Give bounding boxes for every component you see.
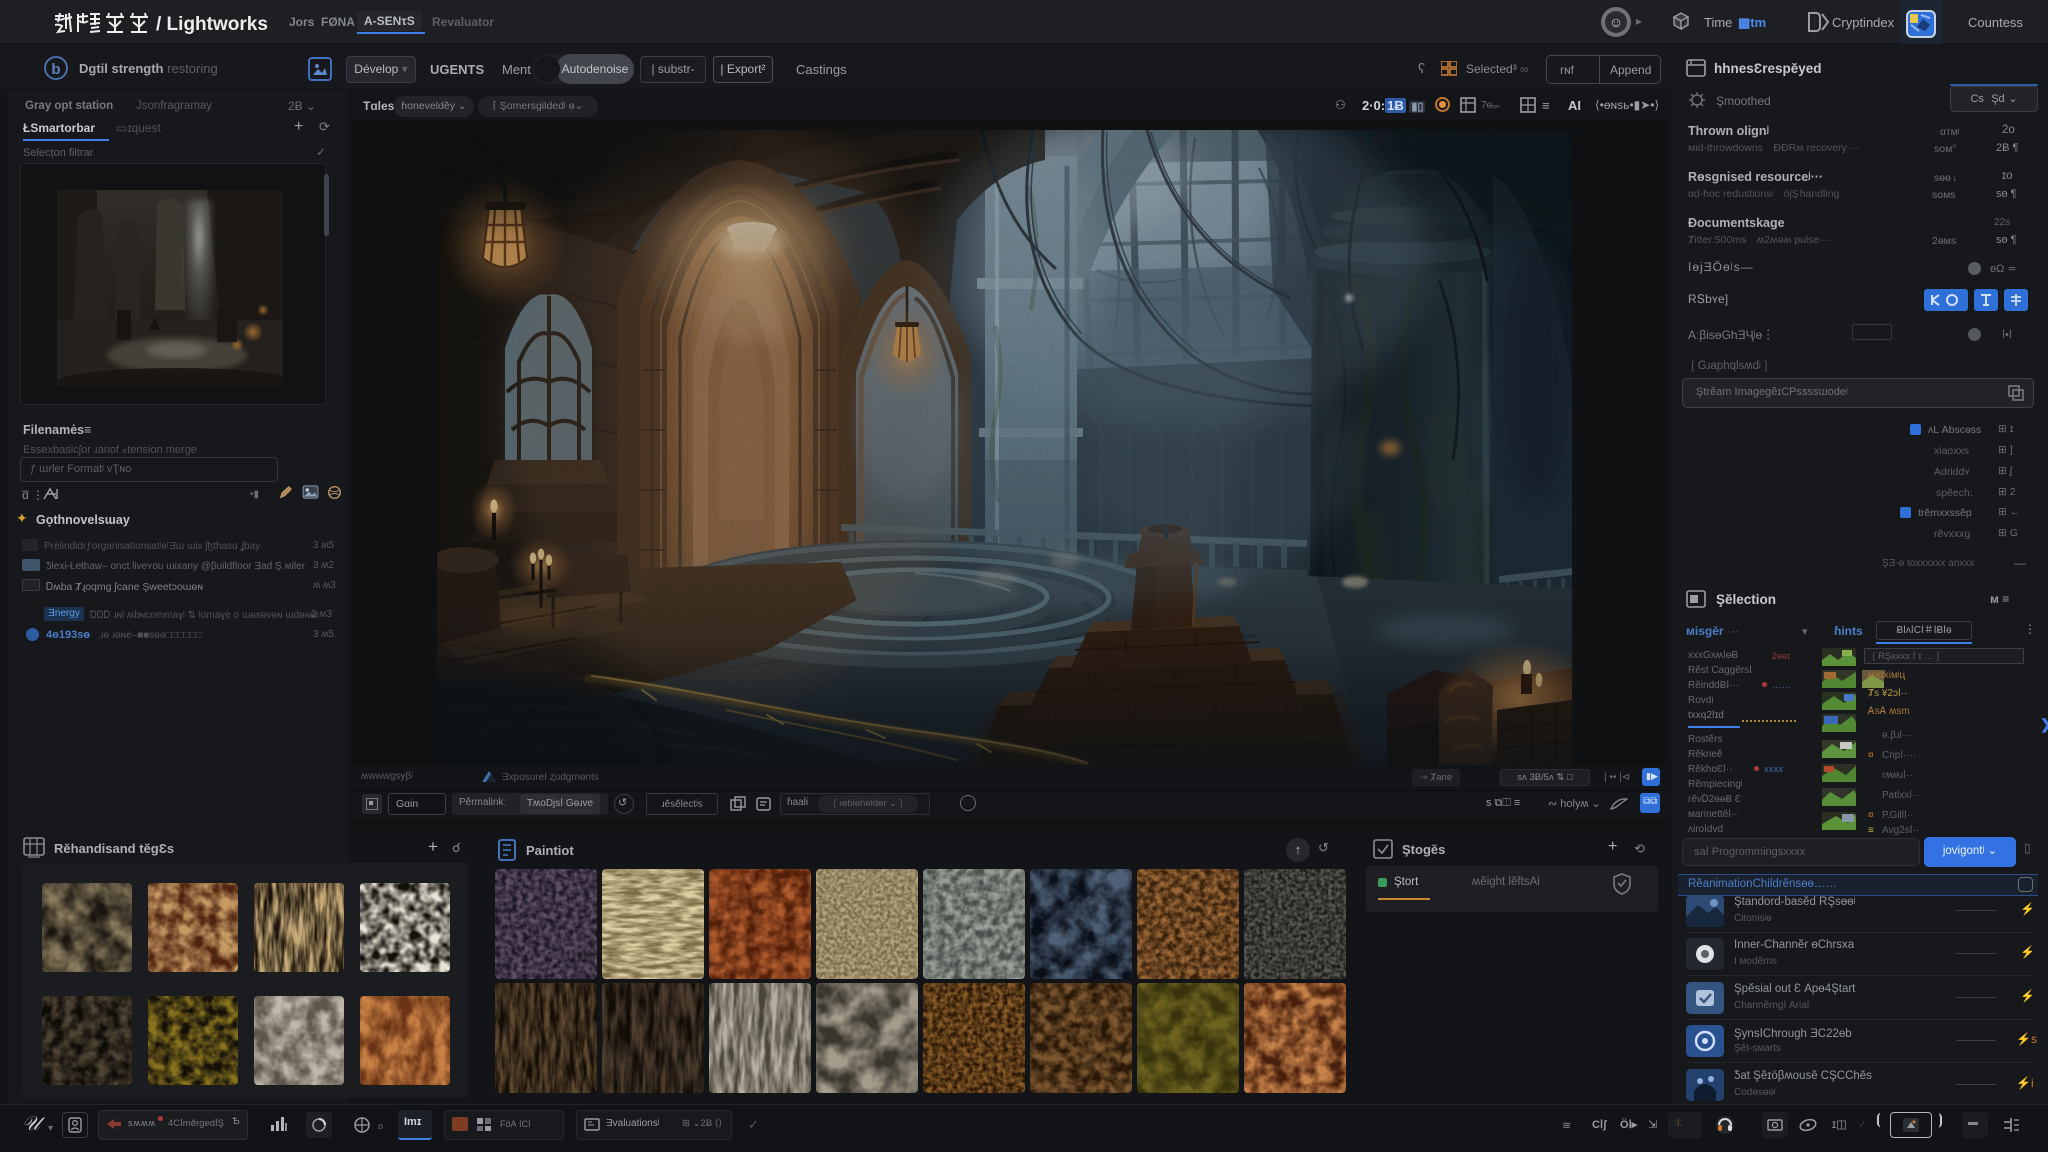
svg-text:/ Lightworks: / Lightworks: [156, 14, 268, 35]
